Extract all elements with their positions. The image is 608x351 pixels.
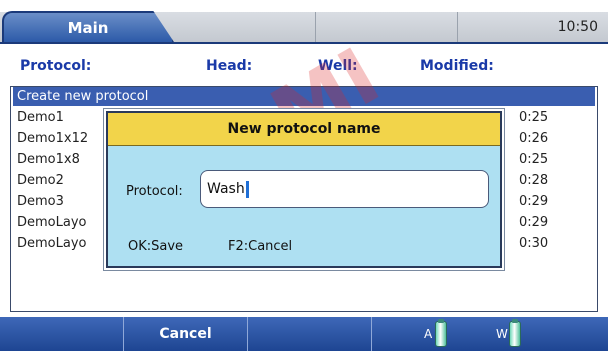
list-item-name: Create new protocol: [17, 89, 149, 104]
list-item-time: 0:30: [519, 236, 549, 251]
f2-cancel-hint: F2:Cancel: [228, 239, 293, 254]
dialog-title: New protocol name: [108, 113, 500, 146]
list-item-name: Demo1: [17, 110, 64, 125]
bottle-a-label: A: [424, 327, 433, 341]
tab-main[interactable]: Main: [2, 11, 174, 42]
status-area: [372, 317, 608, 351]
list-item-time: 0:26: [519, 131, 549, 146]
list-item-time: 0:28: [519, 173, 549, 188]
softkey-bar: Cancel A W: [0, 317, 608, 351]
protocol-name-input[interactable]: Wash: [200, 170, 489, 208]
list-item-create-new[interactable]: Create new protocol: [13, 87, 595, 106]
list-item-time: 0:25: [519, 110, 549, 125]
list-item-time: 0:25: [519, 152, 549, 167]
list-item-name: Demo3: [17, 194, 64, 209]
bottle-w-label: W: [496, 327, 508, 341]
list-item-name: DemoLayo: [17, 236, 87, 251]
header-modified: Modified:: [420, 58, 494, 74]
clock: 10:50: [557, 19, 598, 35]
bottle-w-icon: [509, 319, 521, 347]
tab-3[interactable]: [316, 12, 458, 42]
list-item-name: Demo1x8: [17, 152, 80, 167]
ok-save-hint: OK:Save: [128, 239, 184, 254]
text-caret: [245, 180, 249, 198]
softkey-f3[interactable]: [248, 317, 372, 351]
list-item-time: 0:29: [519, 194, 549, 209]
tab-bar: Main 10:50: [0, 0, 608, 42]
list-item-name: Demo1x12: [17, 131, 89, 146]
tab-2[interactable]: [174, 12, 316, 42]
cancel-button[interactable]: Cancel: [124, 317, 248, 351]
header-protocol: Protocol:: [20, 58, 92, 74]
column-header: Protocol: Head: Well: Modified:: [0, 42, 608, 82]
list-item-name: DemoLayo: [17, 215, 87, 230]
protocol-field-label: Protocol:: [126, 184, 183, 199]
header-well: Well:: [318, 58, 358, 74]
tab-4[interactable]: [458, 12, 538, 42]
list-item-name: Demo2: [17, 173, 64, 188]
softkey-f1[interactable]: [0, 317, 124, 351]
new-protocol-dialog: New protocol name Protocol: Wash OK:Save…: [106, 111, 502, 268]
header-head: Head:: [206, 58, 253, 74]
list-item-time: 0:29: [519, 215, 549, 230]
protocol-name-value: Wash: [207, 181, 245, 197]
bottle-a-icon: [435, 319, 447, 347]
